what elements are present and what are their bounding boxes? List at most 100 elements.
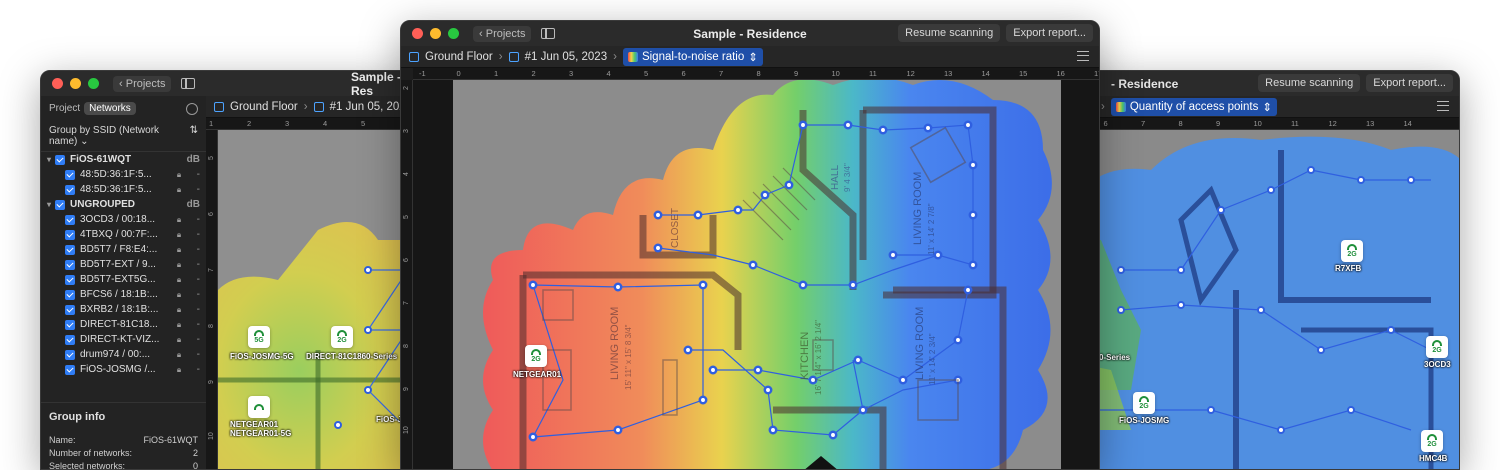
window-title: - Residence (1111, 76, 1179, 91)
access-point-marker[interactable]: 2G (1341, 240, 1363, 262)
access-point-marker[interactable]: 2G (1421, 430, 1443, 452)
right-heatmap-canvas[interactable]: 2G R7XFB 2G 3OCD3 2G FiOS-JOSMG 2G HMC4B… (1061, 130, 1459, 469)
ruler-tick-label: 2 (247, 119, 252, 128)
sidebar-toggle-icon[interactable] (541, 28, 556, 39)
ruler-tick-label: 11 (1291, 119, 1299, 128)
ruler-tick-label: 7 (208, 268, 215, 272)
minimize-button[interactable] (430, 28, 441, 39)
sort-icon[interactable]: ⇅ (190, 125, 198, 147)
more-options-icon[interactable] (186, 102, 198, 115)
network-group-row[interactable]: ▾ UNGROUPED dB (41, 197, 206, 212)
group-by-selector[interactable]: Group by SSID (Network name) ⌄ ⇅ (41, 121, 206, 152)
group-info-row: Selected networks: 0 (49, 461, 198, 469)
network-checkbox[interactable] (65, 334, 75, 345)
group-checkbox[interactable] (55, 199, 66, 210)
access-point-marker[interactable]: 5G (248, 326, 270, 348)
breadcrumb-scan[interactable]: #1 Jun 05, 2023 (525, 51, 608, 63)
room-label: LIVING ROOM (914, 307, 926, 380)
network-checkbox[interactable] (65, 184, 75, 195)
left-titlebar: ‹ Projects Sample - Res (41, 71, 419, 98)
lock-icon: 🔒︎ (176, 184, 182, 194)
network-name: FiOS-JOSMG /... (80, 364, 156, 375)
center-heatmap: LIVING ROOM KITCHEN LIVING ROOM LIVING R… (453, 80, 1061, 469)
breadcrumb-floor[interactable]: Ground Floor (425, 51, 493, 63)
network-row[interactable]: BD5T7 / F8:E4:... 🔒︎ - (41, 242, 206, 257)
network-checkbox[interactable] (65, 274, 75, 285)
network-checkbox[interactable] (65, 304, 75, 315)
lock-icon: 🔒︎ (176, 229, 182, 239)
group-info-title: Group info (49, 411, 106, 423)
filter-icon[interactable] (1077, 51, 1089, 61)
filter-icon[interactable] (1437, 101, 1449, 111)
network-checkbox[interactable] (65, 244, 75, 255)
close-button[interactable] (52, 78, 63, 89)
lock-icon: 🔒︎ (176, 319, 182, 329)
network-checkbox[interactable] (65, 289, 75, 300)
access-point-marker[interactable]: 2G (331, 326, 353, 348)
gi-value: FiOS-61WQT (143, 435, 198, 445)
left-heatmap-canvas[interactable]: 5G FiOS-JOSMG-5G 2G DIRECT-81C1860-Serie… (218, 130, 419, 469)
export-report-button[interactable]: Export report... (1006, 24, 1093, 42)
network-checkbox[interactable] (65, 319, 75, 330)
projects-button[interactable]: ‹ Projects (473, 25, 532, 42)
access-point-marker[interactable]: 2G (1426, 336, 1448, 358)
chevron-right-icon: › (613, 50, 617, 63)
center-heatmap-canvas[interactable]: LIVING ROOM KITCHEN LIVING ROOM LIVING R… (413, 80, 1099, 469)
access-point-marker[interactable]: 2G (525, 345, 547, 367)
minimize-button[interactable] (70, 78, 81, 89)
ruler-tick-label: 7 (1141, 119, 1146, 128)
ruler-tick-label: 14 (981, 69, 990, 78)
zoom-button[interactable] (88, 78, 99, 89)
group-checkbox[interactable] (55, 154, 66, 165)
network-row[interactable]: DIRECT-KT-VIZ... 🔒︎ - (41, 332, 206, 347)
network-row[interactable]: 48:5D:36:1F:5... 🔒︎ - (41, 167, 206, 182)
network-checkbox[interactable] (65, 214, 75, 225)
export-report-button[interactable]: Export report... (1366, 74, 1453, 92)
access-point-marker[interactable] (248, 396, 270, 418)
network-row[interactable]: BD5T7-EXT / 9... 🔒︎ - (41, 257, 206, 272)
resume-scanning-button[interactable]: Resume scanning (898, 24, 1001, 42)
network-row[interactable]: 48:5D:36:1F:5... 🔒︎ - (41, 182, 206, 197)
group-info-row: Number of networks: 2 (49, 448, 198, 458)
ruler-tick-label: 7 (719, 69, 724, 78)
resume-scanning-button[interactable]: Resume scanning (1258, 74, 1361, 92)
network-row[interactable]: BFCS6 / 18:1B:... 🔒︎ - (41, 287, 206, 302)
network-row[interactable]: 3OCD3 / 00:18... 🔒︎ - (41, 212, 206, 227)
network-list: ▾ FiOS-61WQT dB 48:5D:36:1F:5... 🔒︎ -48:5D:36… (41, 152, 206, 377)
network-row[interactable]: DIRECT-81C18... 🔒︎ - (41, 317, 206, 332)
network-checkbox[interactable] (65, 169, 75, 180)
network-checkbox[interactable] (65, 349, 75, 360)
access-point-marker[interactable]: 2G (1133, 392, 1155, 414)
lock-icon: 🔒︎ (176, 214, 182, 224)
breadcrumb-floor[interactable]: Ground Floor (230, 101, 298, 113)
network-name: BD5T7 / F8:E4:... (80, 244, 158, 255)
network-row[interactable]: BD5T7-EXT5G... 🔒︎ - (41, 272, 206, 287)
ruler-tick-label: 9 (403, 387, 410, 391)
projects-button[interactable]: ‹ Projects (113, 75, 172, 92)
disclosure-icon[interactable]: ▾ (47, 200, 51, 209)
close-button[interactable] (412, 28, 423, 39)
disclosure-icon[interactable]: ▾ (47, 155, 51, 164)
metric-selector[interactable]: Quantity of access points ⇕ (1110, 97, 1277, 116)
ruler-tick-label: 6 (681, 69, 686, 78)
network-row[interactable]: drum974 / 00:... 🔒︎ - (41, 347, 206, 362)
network-checkbox[interactable] (65, 259, 75, 270)
toolbar-actions: Resume scanning Export report... (1258, 74, 1453, 92)
network-row[interactable]: FiOS-JOSMG /... 🔒︎ - (41, 362, 206, 377)
tab-networks[interactable]: Networks (84, 102, 136, 115)
ap-label: FiOS-J (376, 415, 402, 424)
ruler-tick-label: 4 (403, 172, 410, 176)
network-checkbox[interactable] (65, 229, 75, 240)
zoom-button[interactable] (448, 28, 459, 39)
center-breadcrumb: Ground Floor › #1 Jun 05, 2023 › Signal-… (401, 46, 1099, 68)
network-group-row[interactable]: ▾ FiOS-61WQT dB (41, 152, 206, 167)
room-dimension: 11' x 14' 2 3/4" (928, 333, 937, 385)
metric-selector[interactable]: Signal-to-noise ratio ⇕ (622, 47, 763, 66)
sidebar-toggle-icon[interactable] (181, 78, 196, 89)
room-label: KITCHEN (799, 332, 811, 380)
network-checkbox[interactable] (65, 364, 75, 375)
network-row[interactable]: 4TBXQ / 00:7F:... 🔒︎ - (41, 227, 206, 242)
network-row[interactable]: BXRB2 / 18:1B:... 🔒︎ - (41, 302, 206, 317)
ap-label: HMC4B (1419, 454, 1448, 463)
tab-project[interactable]: Project (49, 103, 80, 114)
